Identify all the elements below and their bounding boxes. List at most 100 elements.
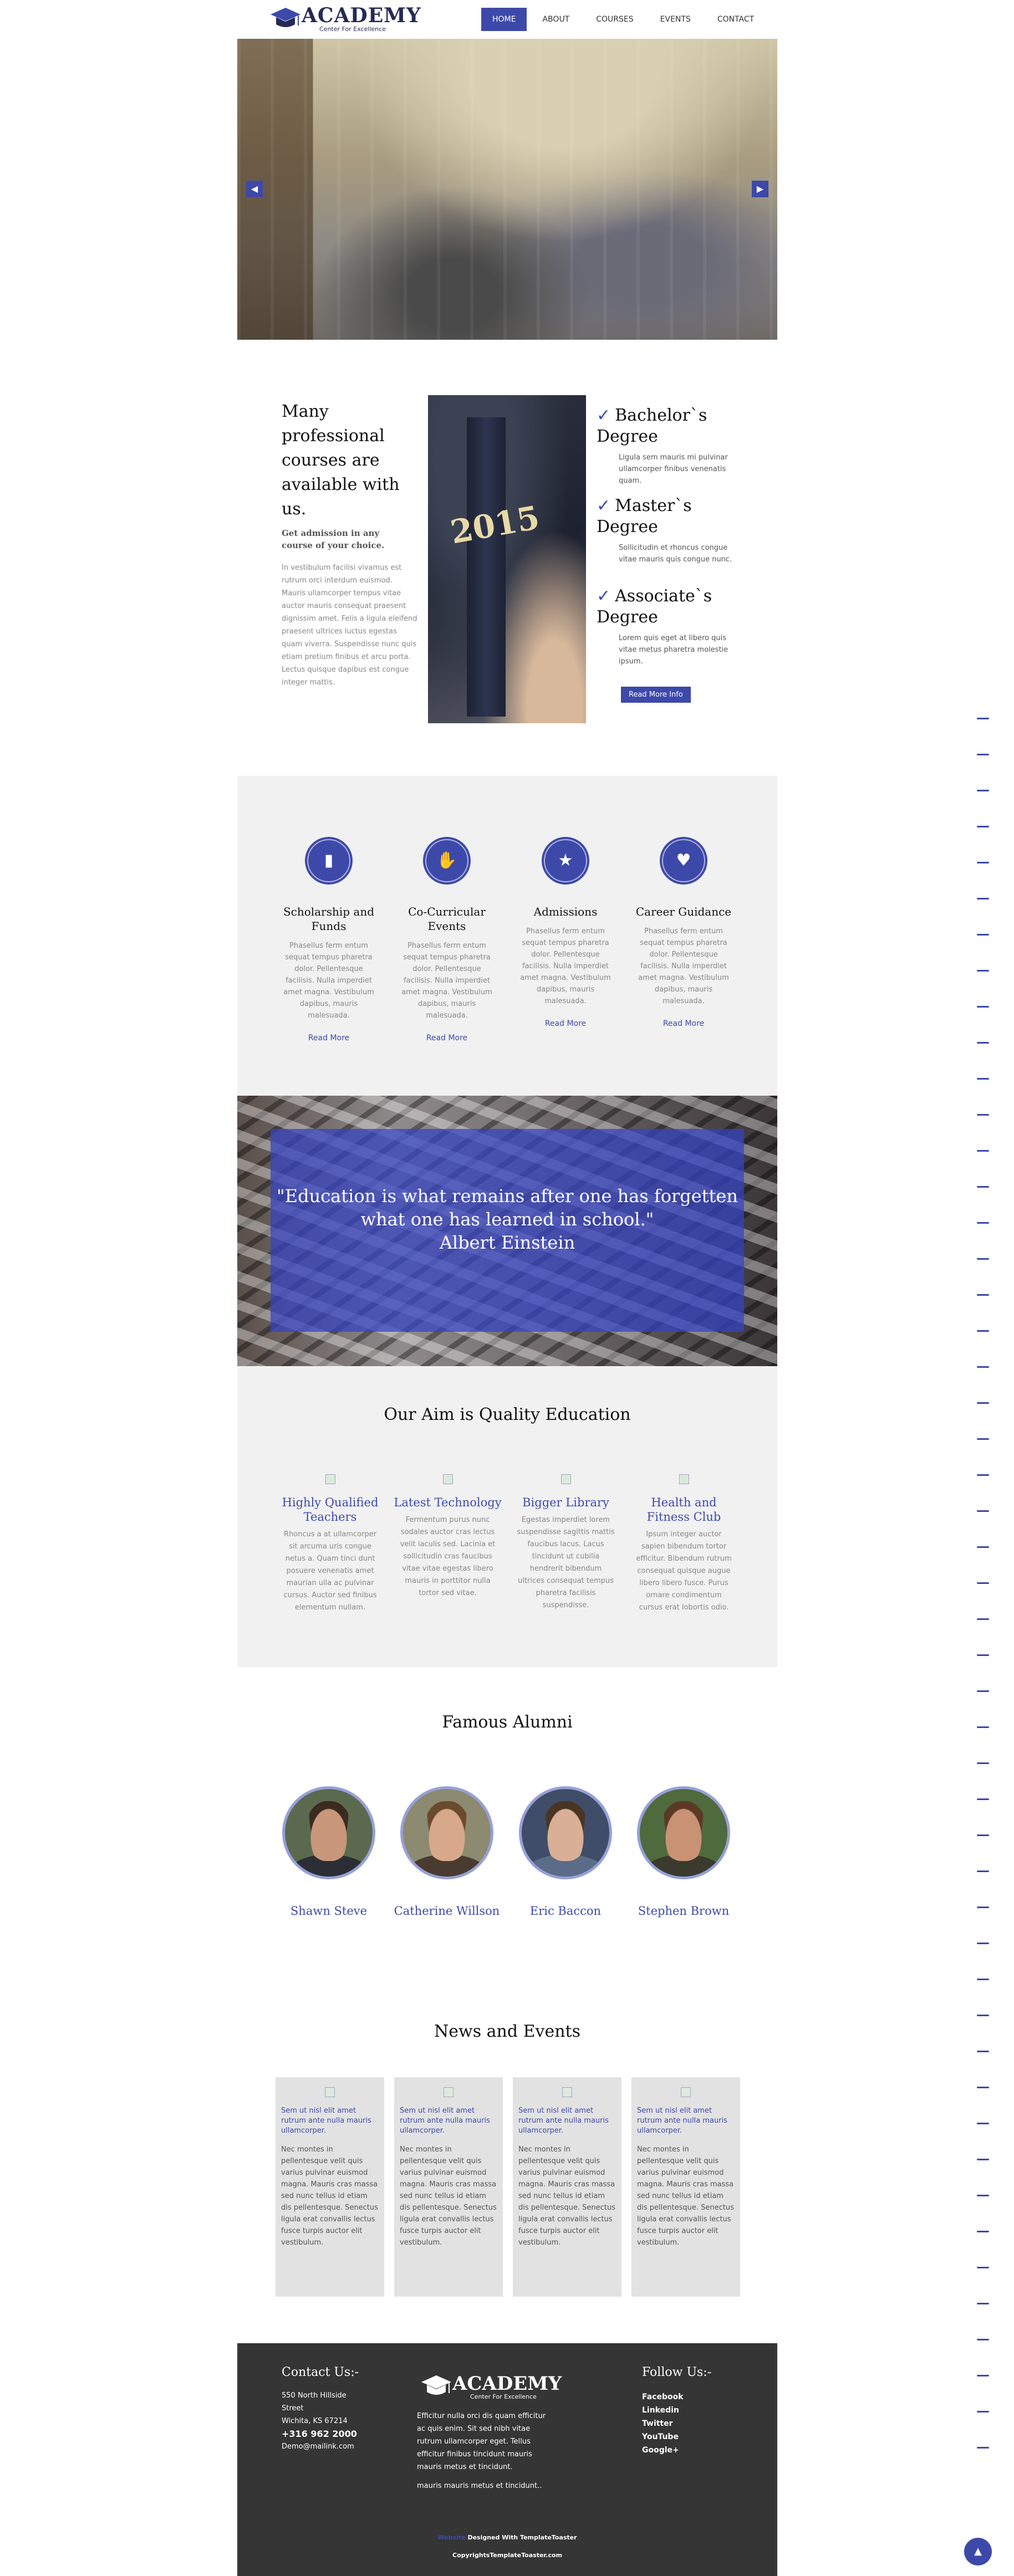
scroll-marker [977, 934, 989, 936]
scroll-marker [977, 1150, 989, 1152]
degree-item: ✓ Associate`s Degree Lorem quis eget at l… [597, 586, 741, 667]
footer-contact: Contact Us:- 550 North Hillside Street W… [282, 2365, 393, 2453]
alumni-heading: Famous Alumni [442, 1713, 573, 1732]
scroll-marker [977, 2123, 989, 2124]
nav-events[interactable]: EVENTS [649, 8, 702, 31]
social-link-google-plus[interactable]: Google+ [642, 2444, 753, 2457]
social-link-twitter[interactable]: Twitter [642, 2417, 753, 2430]
slider-next-arrow-icon[interactable]: ▶ [752, 181, 768, 197]
footer-logo[interactable]: ACADEMY Center For Excellence [420, 2372, 562, 2405]
hero-slider: ◀ ▶ [237, 39, 777, 340]
alumni-name[interactable]: Catherine Willson [391, 1904, 502, 1918]
alumni-card: Catherine Willson [391, 1786, 502, 1918]
social-link-linkedin[interactable]: Linkedin [642, 2404, 753, 2417]
news-title[interactable]: Sem ut nisl elit amet rutrum ante nulla … [637, 2106, 735, 2136]
aim-text: Rhoncus a at ullamcorper sit arcuma uris… [283, 1530, 377, 1612]
intro-body: In vestibulum facilisi vivamus est rutru… [282, 564, 417, 687]
alumni-name[interactable]: Stephen Brown [628, 1904, 739, 1918]
aim-text: Fermentum purus nunc sodales auctor cras… [400, 1516, 496, 1597]
scroll-marker [977, 1834, 989, 1836]
avatar[interactable] [519, 1786, 612, 1879]
avatar[interactable] [400, 1786, 493, 1879]
follow-heading: Follow Us:- [642, 2365, 712, 2379]
aim-text: Ipsum integer auctor sapien bibendum tor… [636, 1530, 732, 1612]
check-icon: ✓ [597, 406, 611, 425]
alumni-card: Stephen Brown [628, 1786, 739, 1918]
degree-title: Master`s Degree [597, 496, 692, 536]
slider-overlay [237, 39, 777, 340]
feature-title: Co-Curricular Events [408, 905, 486, 933]
alumni-name[interactable]: Shawn Steve [273, 1904, 384, 1918]
scroll-marker [977, 1690, 989, 1692]
nav-home[interactable]: HOME [481, 8, 527, 31]
scroll-marker [977, 718, 989, 719]
address-line: Wichita, KS 67214 [282, 2417, 348, 2425]
scroll-marker [977, 1798, 989, 1800]
aim-section: Our Aim is Quality Education Highly Qual… [237, 1366, 777, 1667]
scroll-marker [977, 1654, 989, 1656]
feature-read-more-link[interactable]: Read More [391, 1034, 502, 1042]
news-title[interactable]: Sem ut nisl elit amet rutrum ante nulla … [518, 2106, 616, 2136]
aim-item: Highly Qualified Teachers Rhoncus a at u… [276, 1474, 384, 1614]
footer-social: Follow Us:- Facebook Linkedin Twitter Yo… [642, 2365, 753, 2457]
nav-about[interactable]: ABOUT [531, 8, 580, 31]
copyright: CopyrightsTemplateToaster.com [452, 2552, 562, 2559]
degree-text: Lorem quis eget at libero quis vitae met… [619, 634, 728, 666]
scroll-marker [977, 1330, 989, 1332]
heart-icon: ♥ [660, 837, 707, 885]
features-section: ▮ Scholarship and Funds Phasellus ferm e… [237, 776, 777, 1096]
feature-read-more-link[interactable]: Read More [273, 1034, 384, 1042]
quote-text: "Education is what remains after one has… [277, 1185, 738, 1230]
news-card: Sem ut nisl elit amet rutrum ante nulla … [394, 2077, 503, 2297]
alumni-name[interactable]: Eric Baccon [510, 1904, 621, 1918]
degree-text: Sollicitudin et rhoncus congue vitae mau… [619, 544, 732, 564]
site-header: ACADEMY Center For Excellence HOME ABOUT… [237, 0, 777, 39]
slider-prev-arrow-icon[interactable]: ◀ [246, 181, 263, 197]
scroll-marker [977, 1042, 989, 1044]
quote-banner: "Education is what remains after one has… [237, 1096, 777, 1366]
read-more-info-button[interactable]: Read More Info [621, 687, 691, 703]
logo-title: ACADEMY [302, 4, 421, 27]
news-title[interactable]: Sem ut nisl elit amet rutrum ante nulla … [400, 2106, 497, 2136]
scroll-marker [977, 1222, 989, 1224]
book-icon: ▮ [305, 837, 353, 885]
avatar[interactable] [282, 1786, 375, 1879]
news-title[interactable]: Sem ut nisl elit amet rutrum ante nulla … [281, 2106, 379, 2136]
scroll-marker [977, 898, 989, 899]
social-link-youtube[interactable]: YouTube [642, 2430, 753, 2444]
broken-image-icon [562, 2087, 572, 2097]
feature-read-more-link[interactable]: Read More [628, 1019, 739, 1028]
broken-image-icon [681, 2087, 691, 2097]
email-link[interactable]: Demo@mailink.com [282, 2440, 393, 2453]
aim-title: Bigger Library [522, 1496, 609, 1509]
footer-logo-subtitle: Center For Excellence [470, 2393, 537, 2400]
contact-heading: Contact Us:- [282, 2365, 359, 2379]
news-text: Nec montes in pellentesque velit quis va… [400, 2145, 497, 2247]
news-section: News and Events Sem ut nisl elit amet ru… [237, 2011, 777, 2343]
degree-title: Bachelor`s Degree [597, 406, 707, 446]
feature-card: ★ Admissions Phasellus ferm entum sequat… [510, 837, 621, 1028]
news-card: Sem ut nisl elit amet rutrum ante nulla … [276, 2077, 384, 2297]
quote-author: Albert Einstein [439, 1232, 575, 1253]
back-to-top-icon[interactable]: ▲ [964, 2538, 992, 2565]
scroll-marker [977, 2231, 989, 2232]
feature-title: Scholarship and Funds [283, 905, 374, 933]
site-logo[interactable]: ACADEMY Center For Excellence [269, 3, 421, 37]
news-card: Sem ut nisl elit amet rutrum ante nulla … [513, 2077, 621, 2297]
scroll-marker [977, 2339, 989, 2340]
footer-about-2: mauris mauris metus et tincidunt.. [417, 2482, 542, 2490]
aim-item: Latest Technology Fermentum purus nunc s… [394, 1474, 502, 1599]
nav-courses[interactable]: COURSES [585, 8, 644, 31]
social-link-facebook[interactable]: Facebook [642, 2390, 753, 2404]
nav-contact[interactable]: CONTACT [706, 8, 765, 31]
logo-subtitle: Center For Excellence [319, 25, 386, 33]
scroll-marker [977, 2051, 989, 2052]
scroll-marker [977, 1294, 989, 1296]
credit-link[interactable]: Website [437, 2534, 465, 2541]
feature-card: ▮ Scholarship and Funds Phasellus ferm e… [273, 837, 384, 1042]
avatar[interactable] [637, 1786, 730, 1879]
scroll-marker [977, 1366, 989, 1368]
feature-read-more-link[interactable]: Read More [510, 1019, 621, 1028]
quote-block: "Education is what remains after one has… [271, 1184, 744, 1254]
scroll-marker [977, 970, 989, 972]
